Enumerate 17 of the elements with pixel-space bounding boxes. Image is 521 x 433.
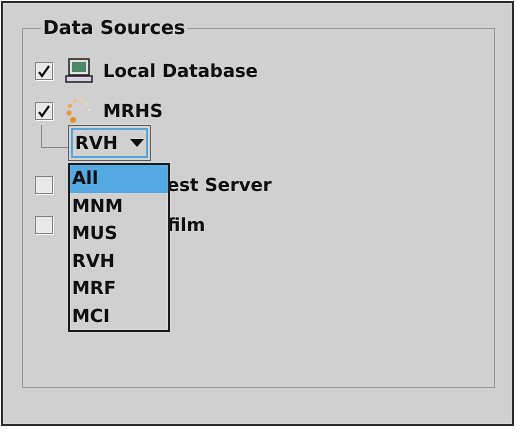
checkbox[interactable] xyxy=(35,216,53,234)
checkbox[interactable] xyxy=(35,102,53,120)
checkbox[interactable] xyxy=(35,176,53,194)
dropdown[interactable]: RVH xyxy=(68,125,151,161)
dropdown-option[interactable]: RVH xyxy=(70,248,168,275)
dropdown-option[interactable]: All xyxy=(70,165,168,192)
group-title: Data Sources xyxy=(42,17,186,39)
dropdown-option[interactable]: MNM xyxy=(70,192,168,220)
dropdown-option[interactable]: MUS xyxy=(70,220,168,248)
dropdown-option[interactable]: MCI xyxy=(70,302,168,330)
dropdown-option[interactable]: MRF xyxy=(70,275,168,302)
source-label: Local Database xyxy=(103,60,258,82)
computer-icon xyxy=(65,58,93,84)
spinner-icon xyxy=(65,97,93,125)
checkbox[interactable] xyxy=(35,62,53,80)
caret-icon xyxy=(130,139,144,147)
source-label: MRHS xyxy=(103,100,163,122)
